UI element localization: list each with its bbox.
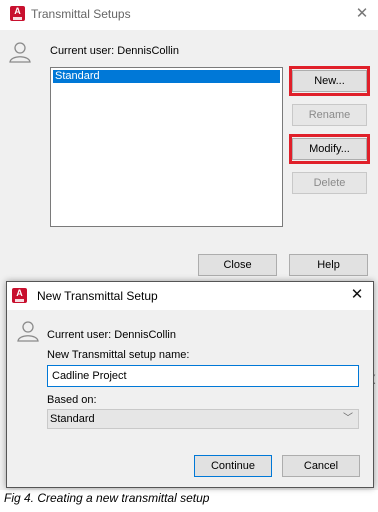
delete-button[interactable]: Delete	[292, 172, 367, 194]
setups-list[interactable]: Standard	[50, 67, 283, 227]
dialog-title: Transmittal Setups	[31, 7, 131, 21]
figure-caption: Fig 4. Creating a new transmittal setup	[4, 491, 210, 505]
cancel-button[interactable]: Cancel	[282, 455, 360, 477]
setup-name-label: New Transmittal setup name:	[47, 349, 190, 361]
based-on-value: Standard	[50, 413, 95, 425]
close-icon[interactable]: ✕	[347, 285, 367, 305]
autocad-app-icon: A	[10, 6, 25, 21]
current-user-label: Current user: DennisCollin	[50, 45, 179, 57]
list-item-standard[interactable]: Standard	[53, 70, 280, 83]
close-button[interactable]: Close	[198, 254, 277, 276]
rename-button[interactable]: Rename	[292, 104, 367, 126]
user-icon	[17, 321, 39, 342]
setup-name-input[interactable]	[47, 365, 359, 387]
new-button[interactable]: New...	[292, 70, 367, 92]
user-icon	[9, 42, 31, 63]
help-button[interactable]: Help	[289, 254, 368, 276]
title-bar: A Transmittal Setups ✕	[0, 0, 378, 30]
chevron-down-icon: ﹀	[343, 413, 353, 424]
new-transmittal-setup-dialog: A New Transmittal Setup ✕ Current user: …	[6, 281, 374, 488]
current-user-label: Current user: DennisCollin	[47, 329, 176, 341]
autocad-app-icon: A	[12, 288, 27, 303]
based-on-label: Based on:	[47, 394, 97, 406]
title-bar: A New Transmittal Setup ✕	[7, 282, 373, 310]
dialog-title: New Transmittal Setup	[37, 289, 158, 303]
modify-button[interactable]: Modify...	[292, 138, 367, 160]
close-icon[interactable]: ✕	[352, 4, 372, 24]
based-on-select[interactable]: Standard ﹀	[47, 409, 359, 429]
continue-button[interactable]: Continue	[194, 455, 272, 477]
